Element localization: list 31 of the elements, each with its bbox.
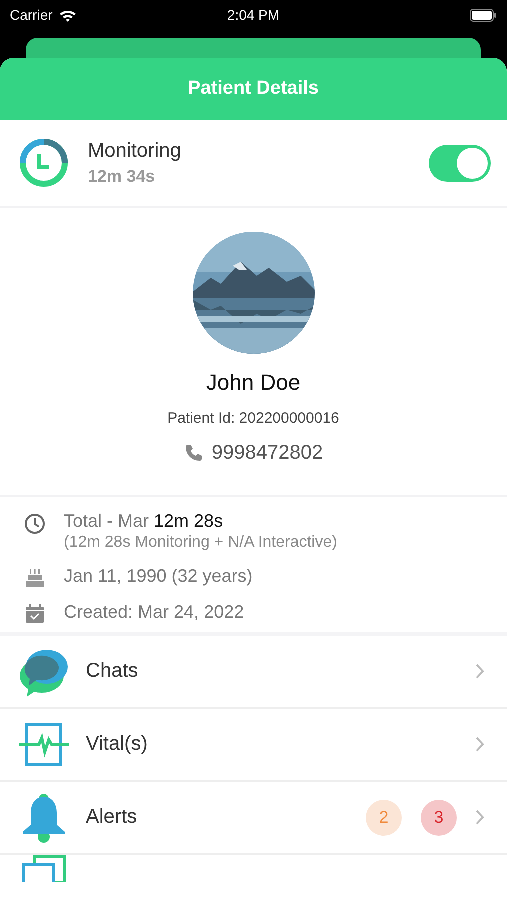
count-badge: 2 (366, 800, 402, 836)
phone-number[interactable]: 9998472802 (212, 442, 324, 465)
screen-title: Patient Details (188, 78, 319, 100)
monitoring-label: Monitoring (88, 140, 182, 162)
heartbeat-monitor-icon (19, 722, 69, 766)
bell-icon (21, 792, 67, 842)
chevron-right-icon (476, 664, 485, 679)
menu-label: Alerts (86, 806, 138, 829)
battery-icon (470, 8, 497, 22)
clock-time: 2:04 PM (227, 7, 280, 23)
cake-icon (25, 568, 45, 588)
clock-icon (24, 513, 46, 535)
info-text: Created: Mar 24, 2022 (64, 602, 244, 623)
chevron-right-icon (476, 810, 485, 825)
menu-label: Chats (86, 660, 140, 683)
monitoring-toggle[interactable] (429, 144, 491, 182)
info-subtext: (12m 28s Monitoring + N/A Interactive) (64, 534, 338, 552)
info-text: Total - Mar 12m 28s (64, 511, 224, 532)
menu-label: Vital(s) (86, 733, 149, 756)
info-text: Jan 11, 1990 (32 years) (64, 566, 253, 587)
patient-id: Patient Id: 202200000016 (168, 410, 340, 427)
phone-icon (184, 444, 203, 463)
wifi-icon (58, 8, 77, 22)
chevron-right-icon (476, 737, 485, 752)
timer-clock-icon (19, 138, 69, 188)
patient-name: John Doe (206, 370, 301, 396)
monitoring-duration: 12m 34s (88, 166, 156, 186)
carrier-label: Carrier (10, 7, 53, 23)
calendar-icon (25, 604, 45, 624)
windows-icon (21, 855, 67, 882)
count-badge: 3 (421, 800, 457, 836)
